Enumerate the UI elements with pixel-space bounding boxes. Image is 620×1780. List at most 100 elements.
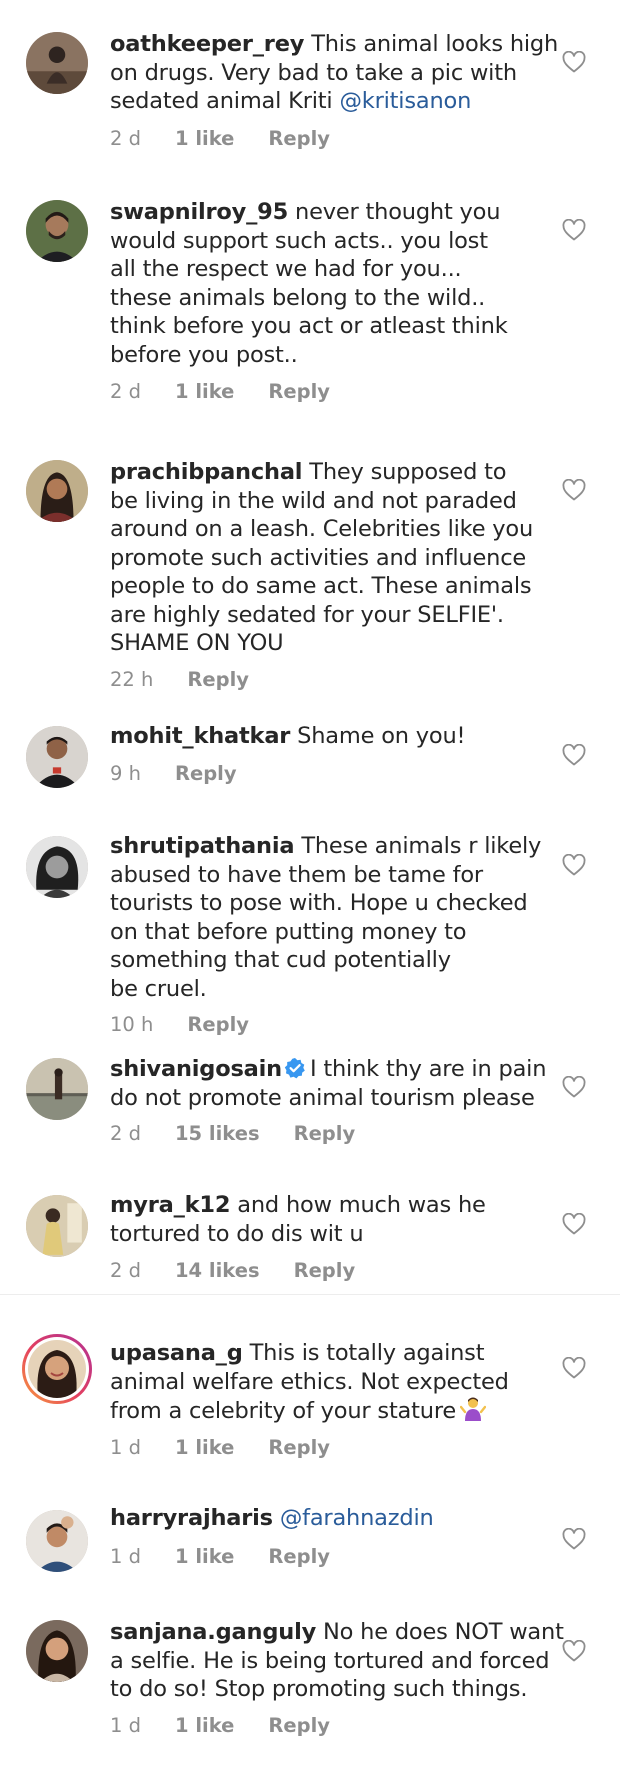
- heart-outline-icon[interactable]: [562, 1357, 586, 1379]
- reply-button[interactable]: Reply: [175, 762, 237, 785]
- comment-time: 2 d: [110, 1259, 141, 1282]
- comment-line: This is totally against: [249, 1340, 485, 1366]
- avatar[interactable]: [26, 1195, 88, 1257]
- comment-username[interactable]: mohit_khatkar: [110, 723, 290, 749]
- avatar[interactable]: [26, 1510, 88, 1572]
- comment-text: mohit_khatkar Shame on you!: [110, 722, 540, 751]
- avatar[interactable]: [26, 836, 88, 898]
- comment-text: shivanigosain I think thy are in pain do …: [110, 1055, 546, 1112]
- reply-button[interactable]: Reply: [294, 1122, 356, 1145]
- comment-line: on that before putting money to: [110, 918, 467, 945]
- comment-username[interactable]: prachibpanchal: [110, 459, 303, 485]
- comment-line: these animals belong to the wild..: [110, 284, 486, 311]
- heart-outline-icon[interactable]: [562, 1640, 586, 1662]
- likes-count-button[interactable]: 1 like: [175, 127, 234, 150]
- comment-username[interactable]: sanjana.ganguly: [110, 1619, 316, 1645]
- comment-time: 10 h: [110, 1013, 154, 1036]
- comment-line: be cruel.: [110, 975, 207, 1002]
- heart-outline-icon[interactable]: [562, 219, 586, 241]
- reply-button[interactable]: Reply: [268, 380, 330, 403]
- heart-outline-icon[interactable]: [562, 51, 586, 73]
- comment-line: promote such activities and influence: [110, 544, 527, 571]
- likes-count-button[interactable]: 14 likes: [175, 1259, 260, 1282]
- comment-time: 22 h: [110, 668, 154, 691]
- comment-meta: 2 d 1 like Reply: [110, 127, 330, 150]
- comment-meta: 1 d 1 like Reply: [110, 1436, 330, 1459]
- comment-time: 2 d: [110, 380, 141, 403]
- reply-button[interactable]: Reply: [294, 1259, 356, 1282]
- comment-line: be living in the wild and not paraded: [110, 487, 517, 514]
- comment-line: This animal looks high: [311, 31, 559, 57]
- comment-meta: 1 d 1 like Reply: [110, 1714, 330, 1737]
- heart-outline-icon[interactable]: [562, 1076, 586, 1098]
- heart-outline-icon[interactable]: [562, 1213, 586, 1235]
- comment-line: No he does NOT want: [323, 1619, 564, 1645]
- mention-link[interactable]: @farahnazdin: [280, 1505, 434, 1531]
- avatar[interactable]: [26, 1058, 88, 1120]
- comment-username[interactable]: oathkeeper_rey: [110, 31, 304, 57]
- comment-username[interactable]: myra_k12: [110, 1192, 231, 1218]
- avatar-image: [26, 1620, 88, 1682]
- avatar[interactable]: [26, 726, 88, 788]
- avatar[interactable]: [26, 460, 88, 522]
- reply-button[interactable]: Reply: [187, 1013, 249, 1036]
- comment-line: to do so! Stop promoting such things.: [110, 1676, 528, 1702]
- avatar[interactable]: [26, 32, 88, 94]
- comment-line: on drugs. Very bad to take a pic with: [110, 59, 517, 86]
- comment-username[interactable]: swapnilroy_95: [110, 199, 288, 225]
- likes-count-button[interactable]: 1 like: [175, 380, 234, 403]
- comment-meta: 2 d 15 likes Reply: [110, 1122, 355, 1145]
- comment-line: think before you act or atleast think: [110, 313, 508, 339]
- comment-line: around on a leash. Celebrities like you: [110, 516, 534, 542]
- comment-line: animal welfare ethics. Not expected: [110, 1368, 509, 1395]
- reply-button[interactable]: Reply: [268, 127, 330, 150]
- comment-line: SHAME ON YOU: [110, 630, 284, 656]
- reply-button[interactable]: Reply: [268, 1545, 330, 1568]
- reply-button[interactable]: Reply: [268, 1436, 330, 1459]
- reply-button[interactable]: Reply: [187, 668, 249, 691]
- comment-line: are highly sedated for your SELFIE'.: [110, 601, 504, 628]
- comment-username[interactable]: harryrajharis: [110, 1505, 273, 1531]
- mention-link[interactable]: @kritisanon: [339, 88, 471, 114]
- comment-line: and how much was he: [237, 1192, 486, 1218]
- comment-meta: 2 d 14 likes Reply: [110, 1259, 355, 1282]
- comment-time: 9 h: [110, 762, 141, 785]
- avatar[interactable]: [26, 200, 88, 262]
- comment-time: 1 d: [110, 1436, 141, 1459]
- comment-line: before you post..: [110, 341, 298, 368]
- comment-line: do not promote animal tourism please: [110, 1084, 535, 1111]
- likes-count-button[interactable]: 1 like: [175, 1545, 234, 1568]
- avatar-image: [26, 1195, 88, 1257]
- heart-outline-icon[interactable]: [562, 854, 586, 876]
- comment-text: myra_k12 and how much was he tortured to…: [110, 1191, 540, 1248]
- comment-line: sedated animal Kriti: [110, 88, 340, 114]
- likes-count-button[interactable]: 1 like: [175, 1714, 234, 1737]
- comment-time: 2 d: [110, 127, 141, 150]
- comment-line: never thought you: [295, 199, 501, 225]
- avatar-image: [26, 460, 88, 522]
- comment-line: tortured to do dis wit u: [110, 1220, 364, 1247]
- comment-line: would support such acts.. you lost: [110, 227, 488, 254]
- comment-line: something that cud potentially: [110, 947, 451, 973]
- comment-username[interactable]: upasana_g: [110, 1340, 243, 1366]
- likes-count-button[interactable]: 15 likes: [175, 1122, 260, 1145]
- heart-outline-icon[interactable]: [562, 1528, 586, 1550]
- comment-username[interactable]: shivanigosain: [110, 1056, 282, 1082]
- comment-meta: 1 d 1 like Reply: [110, 1545, 330, 1568]
- avatar-story-ring[interactable]: [22, 1334, 92, 1404]
- reply-button[interactable]: Reply: [268, 1714, 330, 1737]
- comment-line: abused to have them be tame for: [110, 861, 483, 888]
- avatar-image: [26, 1058, 88, 1120]
- heart-outline-icon[interactable]: [562, 744, 586, 766]
- verified-badge-icon: [284, 1058, 305, 1079]
- likes-count-button[interactable]: 1 like: [175, 1436, 234, 1459]
- comment-meta: 10 h Reply: [110, 1013, 249, 1036]
- comment-text: shrutipathania These animals r likely ab…: [110, 832, 541, 1003]
- comment-username[interactable]: shrutipathania: [110, 833, 295, 859]
- comment-text: upasana_g This is totally against animal…: [110, 1339, 540, 1426]
- comment-meta: 22 h Reply: [110, 668, 249, 691]
- heart-outline-icon[interactable]: [562, 479, 586, 501]
- comment-time: 1 d: [110, 1545, 141, 1568]
- avatar[interactable]: [26, 1620, 88, 1682]
- divider: [0, 1294, 620, 1295]
